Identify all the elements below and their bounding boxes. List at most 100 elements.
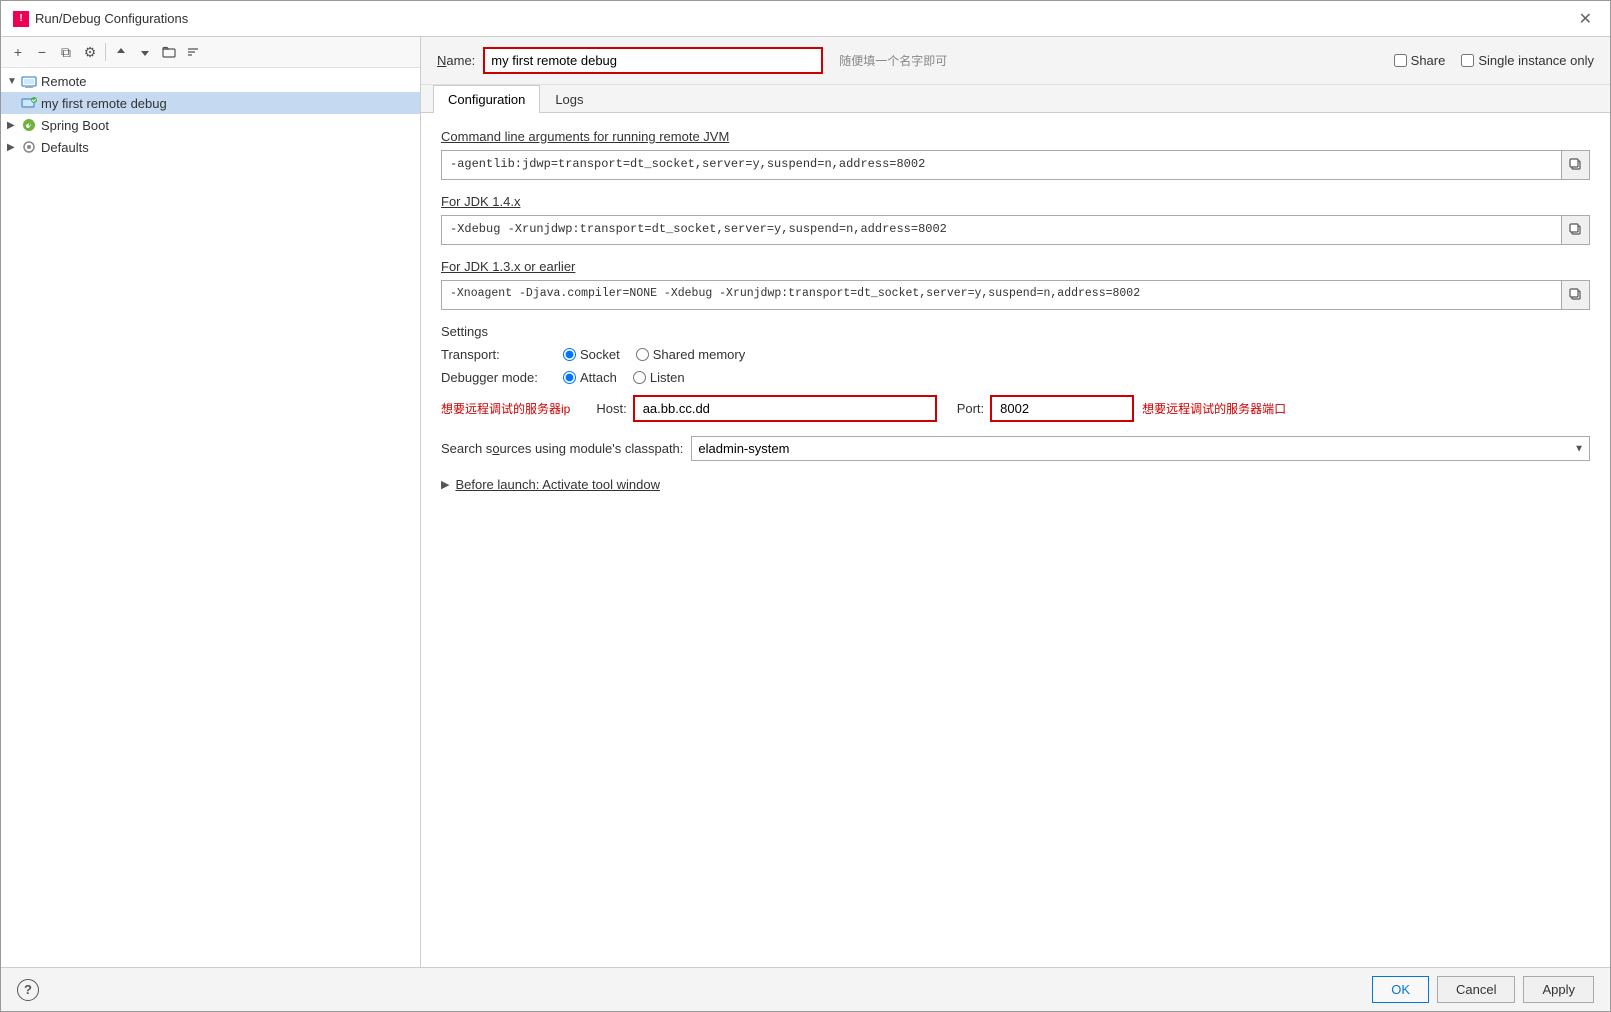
cmd-args-wrapper: -agentlib:jdwp=transport=dt_socket,serve… — [441, 150, 1590, 180]
apply-button[interactable]: Apply — [1523, 976, 1594, 1003]
jdk13-label: For JDK 1.3.x or earlier — [441, 259, 1590, 274]
debugger-mode-row: Debugger mode: Attach Listen — [441, 370, 1590, 385]
classpath-select[interactable]: eladmin-system — [691, 436, 1590, 461]
classpath-label: Search sources using module's classpath: — [441, 441, 683, 456]
socket-label: Socket — [580, 347, 620, 362]
sidebar: + − ⧉ ⚙ — [1, 37, 421, 967]
settings-group: Settings Transport: Socket Shared memory — [441, 324, 1590, 422]
single-instance-label: Single instance only — [1478, 53, 1594, 68]
shared-memory-radio[interactable] — [636, 348, 649, 361]
classpath-select-wrapper: eladmin-system — [691, 436, 1590, 461]
name-label: Name: — [437, 53, 475, 68]
close-button[interactable]: ✕ — [1573, 7, 1598, 31]
socket-radio[interactable] — [563, 348, 576, 361]
cmd-args-label: Command line arguments for running remot… — [441, 129, 1590, 144]
host-port-row: 想要远程调试的服务器ip Host: Port: 想要远程调试的服务器端口 — [441, 395, 1590, 422]
bottom-bar: ? OK Cancel Apply — [1, 967, 1610, 1011]
remove-config-button[interactable]: − — [31, 41, 53, 63]
help-button[interactable]: ? — [17, 979, 39, 1001]
jdk13-value: -Xnoagent -Djava.compiler=NONE -Xdebug -… — [441, 280, 1562, 310]
jdk14-wrapper: -Xdebug -Xrunjdwp:transport=dt_socket,se… — [441, 215, 1590, 245]
cmd-args-value: -agentlib:jdwp=transport=dt_socket,serve… — [441, 150, 1562, 180]
share-checkbox-label[interactable]: Share — [1394, 53, 1446, 68]
sidebar-tree: ▼ Remote ▶ — [1, 68, 420, 967]
settings-label: Settings — [441, 324, 1590, 339]
host-input-wrapper — [633, 395, 937, 422]
name-input[interactable] — [485, 49, 821, 72]
move-down-button[interactable] — [134, 41, 156, 63]
before-launch-label: Before launch: Activate tool window — [455, 477, 660, 492]
main-content: + − ⧉ ⚙ — [1, 37, 1610, 967]
share-checkbox[interactable] — [1394, 54, 1407, 67]
config-panel: Command line arguments for running remot… — [421, 113, 1610, 967]
debugger-mode-radio-group: Attach Listen — [563, 370, 685, 385]
sidebar-item-defaults[interactable]: ▶ Defaults — [1, 136, 420, 158]
sidebar-defaults-label: Defaults — [41, 140, 89, 155]
share-label: Share — [1411, 53, 1446, 68]
intellij-icon: ! — [13, 11, 29, 27]
shared-memory-radio-label[interactable]: Shared memory — [636, 347, 745, 362]
port-annotation: 想要远程调试的服务器端口 — [1142, 400, 1286, 417]
toolbar-separator-1 — [105, 43, 106, 61]
header-checkboxes: Share Single instance only — [1394, 53, 1594, 68]
create-folder-button[interactable] — [158, 41, 180, 63]
sidebar-remote-debug-label: my first remote debug — [41, 96, 167, 111]
sort-button[interactable] — [182, 41, 204, 63]
add-config-button[interactable]: + — [7, 41, 29, 63]
spring-boot-icon — [21, 117, 37, 133]
copy-config-button[interactable]: ⧉ — [55, 41, 77, 63]
listen-label: Listen — [650, 370, 685, 385]
listen-radio[interactable] — [633, 371, 646, 384]
remote-debug-config-icon — [21, 95, 37, 111]
chevron-right-icon: ▶ — [7, 120, 21, 131]
dialog-title: Run/Debug Configurations — [35, 11, 188, 26]
title-bar-left: ! Run/Debug Configurations — [13, 11, 188, 27]
single-instance-checkbox[interactable] — [1461, 54, 1474, 67]
name-row: Name: 随便填一个名字即可 Share Single instance on… — [421, 37, 1610, 85]
run-debug-dialog: ! Run/Debug Configurations ✕ + − ⧉ ⚙ — [0, 0, 1611, 1012]
classpath-row: Search sources using module's classpath:… — [441, 436, 1590, 461]
remote-group-icon — [21, 73, 37, 89]
chevron-down-icon: ▼ — [7, 76, 21, 87]
action-buttons: OK Cancel Apply — [1372, 976, 1594, 1003]
sidebar-item-spring-boot[interactable]: ▶ Spring Boot — [1, 114, 420, 136]
port-label: Port: — [957, 401, 984, 416]
listen-radio-label[interactable]: Listen — [633, 370, 685, 385]
sidebar-spring-boot-label: Spring Boot — [41, 118, 109, 133]
transport-row: Transport: Socket Shared memory — [441, 347, 1590, 362]
port-input-wrapper — [990, 395, 1134, 422]
chevron-right-defaults-icon: ▶ — [7, 142, 21, 153]
host-label: Host: — [596, 401, 626, 416]
attach-radio-label[interactable]: Attach — [563, 370, 617, 385]
title-bar: ! Run/Debug Configurations ✕ — [1, 1, 1610, 37]
ok-button[interactable]: OK — [1372, 976, 1429, 1003]
jdk13-wrapper: -Xnoagent -Djava.compiler=NONE -Xdebug -… — [441, 280, 1590, 310]
jdk13-copy-button[interactable] — [1562, 280, 1590, 310]
move-config-button[interactable]: ⚙ — [79, 41, 101, 63]
jdk14-copy-button[interactable] — [1562, 215, 1590, 245]
move-up-button[interactable] — [110, 41, 132, 63]
tab-configuration[interactable]: Configuration — [433, 85, 540, 113]
socket-radio-label[interactable]: Socket — [563, 347, 620, 362]
sidebar-remote-label: Remote — [41, 74, 87, 89]
single-instance-checkbox-label[interactable]: Single instance only — [1461, 53, 1594, 68]
sidebar-item-remote-debug[interactable]: ▶ my first remote debug — [1, 92, 420, 114]
attach-radio[interactable] — [563, 371, 576, 384]
before-launch-row[interactable]: ▶ Before launch: Activate tool window — [441, 477, 1590, 492]
name-input-wrapper — [483, 47, 823, 74]
attach-label: Attach — [580, 370, 617, 385]
cancel-button[interactable]: Cancel — [1437, 976, 1515, 1003]
shared-memory-label: Shared memory — [653, 347, 745, 362]
cmd-args-copy-button[interactable] — [1562, 150, 1590, 180]
port-input[interactable] — [992, 397, 1132, 420]
before-launch-chevron-icon: ▶ — [441, 478, 449, 491]
jdk14-value: -Xdebug -Xrunjdwp:transport=dt_socket,se… — [441, 215, 1562, 245]
transport-radio-group: Socket Shared memory — [563, 347, 745, 362]
transport-label: Transport: — [441, 347, 551, 362]
sidebar-item-remote[interactable]: ▼ Remote — [1, 70, 420, 92]
debugger-mode-label: Debugger mode: — [441, 370, 551, 385]
tab-logs[interactable]: Logs — [540, 85, 598, 113]
defaults-icon — [21, 139, 37, 155]
name-hint: 随便填一个名字即可 — [839, 52, 947, 69]
host-input[interactable] — [635, 397, 935, 420]
